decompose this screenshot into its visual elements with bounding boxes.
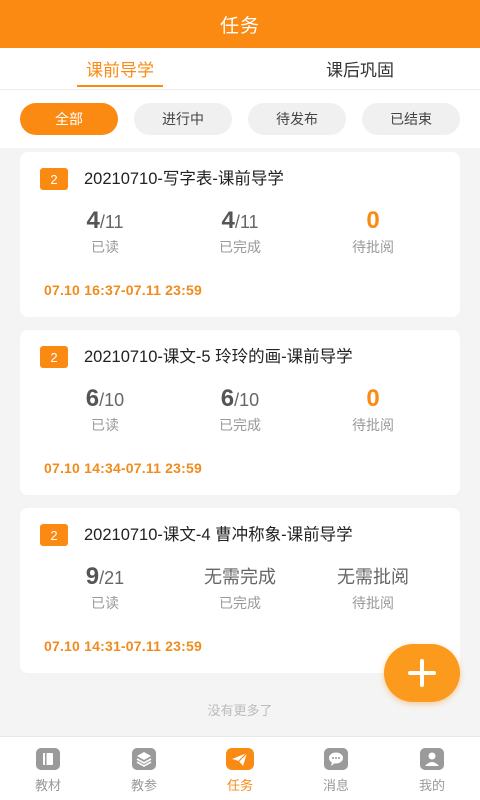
tab-post-class[interactable]: 课后巩固 <box>240 48 480 89</box>
task-title: 20210710-课文-5 玲玲的画-课前导学 <box>84 348 353 366</box>
read-count: 4 <box>86 207 100 234</box>
stat-review: 无需批阅 待批阅 <box>313 562 433 613</box>
stat-label: 待批阅 <box>352 595 394 611</box>
stat-done: 无需完成 已完成 <box>180 562 300 613</box>
nav-messages[interactable]: 消息 <box>288 737 384 800</box>
done-count: 4 <box>221 207 235 234</box>
book-icon <box>33 747 63 771</box>
stat-label: 待批阅 <box>352 417 394 433</box>
stat-read: 4/11 已读 <box>45 206 165 257</box>
nav-profile[interactable]: 我的 <box>384 737 480 800</box>
filter-pending[interactable]: 待发布 <box>248 103 346 135</box>
app-header: 任务 <box>0 0 480 48</box>
review-count: 0 <box>366 385 380 412</box>
done-total: /11 <box>234 212 259 232</box>
nav-label: 教材 <box>34 778 61 793</box>
nav-reference[interactable]: 教参 <box>96 737 192 800</box>
done-total: /10 <box>234 390 260 410</box>
chat-icon <box>321 747 351 771</box>
list-end-text: 没有更多了 <box>207 703 273 718</box>
stat-label: 已完成 <box>219 417 261 433</box>
layers-icon <box>129 747 159 771</box>
filter-bar: 全部 进行中 待发布 已结束 <box>0 90 480 148</box>
stat-label: 待批阅 <box>352 239 394 255</box>
user-icon <box>417 747 447 771</box>
tab-bar: 课前导学 课后巩固 <box>0 48 480 90</box>
stat-read: 9/21 已读 <box>45 562 165 613</box>
task-card[interactable]: 2 20210710-写字表-课前导学 4/11 已读 4/11 已完成 0 待… <box>20 152 460 317</box>
read-total: /11 <box>99 212 124 232</box>
stat-review: 0 待批阅 <box>313 384 433 435</box>
done-count: 6 <box>220 385 235 412</box>
task-badge: 2 <box>40 346 68 368</box>
task-card[interactable]: 2 20210710-课文-5 玲玲的画-课前导学 6/10 已读 6/10 已… <box>20 330 460 495</box>
task-time-range: 07.10 14:34-07.11 23:59 <box>44 460 202 476</box>
filter-ended[interactable]: 已结束 <box>362 103 460 135</box>
nav-tasks[interactable]: 任务 <box>192 737 288 800</box>
nav-label: 任务 <box>226 778 253 793</box>
nav-label: 教参 <box>130 778 157 793</box>
read-count: 9 <box>85 563 100 590</box>
stat-read: 6/10 已读 <box>45 384 165 435</box>
send-icon <box>225 747 255 771</box>
review-count: 0 <box>366 207 380 234</box>
page-title: 任务 <box>219 15 260 37</box>
stat-label: 已读 <box>91 417 119 433</box>
filter-all[interactable]: 全部 <box>20 103 118 135</box>
stat-done: 4/11 已完成 <box>180 206 300 257</box>
plus-icon <box>408 659 436 687</box>
nav-label: 消息 <box>322 778 349 793</box>
task-badge: 2 <box>40 168 68 190</box>
read-total: /10 <box>99 390 125 410</box>
done-not-required: 无需完成 <box>204 567 276 587</box>
stat-label: 已完成 <box>219 239 261 255</box>
tab-pre-class[interactable]: 课前导学 <box>0 48 240 89</box>
stat-label: 已完成 <box>219 595 261 611</box>
nav-label: 我的 <box>418 778 445 793</box>
read-total: /21 <box>99 568 125 588</box>
filter-in-progress[interactable]: 进行中 <box>134 103 232 135</box>
nav-textbook[interactable]: 教材 <box>0 737 96 800</box>
bottom-nav: 教材 教参 任务 消息 我的 <box>0 736 480 800</box>
task-card[interactable]: 2 20210710-课文-4 曹冲称象-课前导学 9/21 已读 无需完成 已… <box>20 508 460 673</box>
stat-done: 6/10 已完成 <box>180 384 300 435</box>
stat-label: 已读 <box>91 595 119 611</box>
task-title: 20210710-写字表-课前导学 <box>84 170 284 188</box>
add-task-button[interactable] <box>384 644 460 702</box>
task-badge: 2 <box>40 524 68 546</box>
stat-label: 已读 <box>91 239 119 255</box>
stat-review: 0 待批阅 <box>313 206 433 257</box>
review-not-required: 无需批阅 <box>337 567 409 587</box>
task-time-range: 07.10 14:31-07.11 23:59 <box>44 638 202 654</box>
task-title: 20210710-课文-4 曹冲称象-课前导学 <box>84 526 353 544</box>
read-count: 6 <box>85 385 100 412</box>
task-time-range: 07.10 16:37-07.11 23:59 <box>44 282 202 298</box>
